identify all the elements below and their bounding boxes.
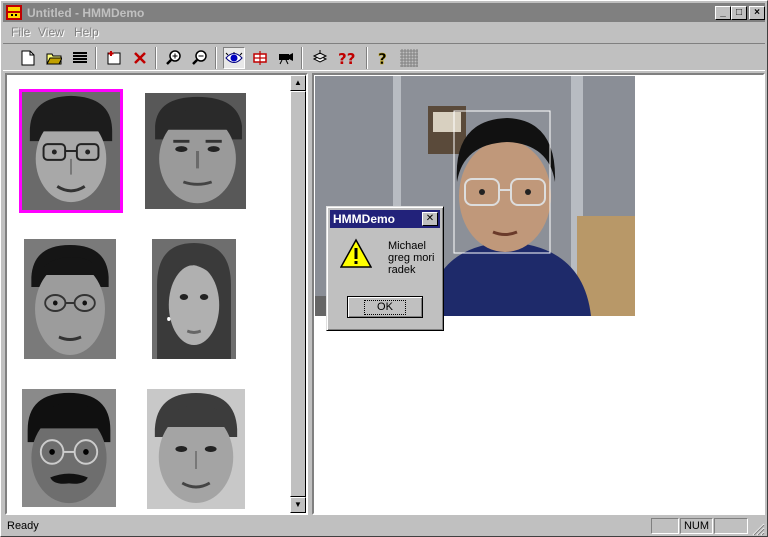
svg-text:??: ?? <box>338 50 355 66</box>
toolbar-separator <box>155 47 157 69</box>
menu-file[interactable]: File <box>11 25 30 39</box>
maximize-button[interactable]: □ <box>731 6 747 20</box>
message-line: radek <box>388 264 416 276</box>
status-panel-caps <box>651 518 679 534</box>
zoom-in-icon[interactable] <box>163 47 185 69</box>
minimize-button[interactable]: _ <box>715 6 731 20</box>
face-thumbnail[interactable] <box>152 239 236 359</box>
status-bar: Ready NUM <box>3 517 765 536</box>
resize-grip-icon[interactable] <box>752 523 765 536</box>
status-text: Ready <box>7 520 39 532</box>
face-thumbnail[interactable] <box>22 92 120 210</box>
menu-bar: File View Help <box>3 23 765 41</box>
status-panel-num: NUM <box>680 518 713 534</box>
eye-icon[interactable] <box>223 47 245 69</box>
scroll-thumb[interactable] <box>290 91 306 497</box>
face-thumbnail[interactable] <box>147 389 245 509</box>
toolbar: ?? ? <box>3 43 765 71</box>
train-icon[interactable] <box>249 47 271 69</box>
dialog-title: HMMDemo <box>333 212 395 226</box>
main-window: Untitled - HMMDemo _ □ × File View Help <box>0 0 768 537</box>
dialog-title-bar: HMMDemo ✕ <box>330 210 440 228</box>
add-face-icon[interactable] <box>103 47 125 69</box>
dialog-close-icon[interactable]: ✕ <box>422 212 438 226</box>
grid-icon[interactable] <box>398 47 420 69</box>
zoom-out-icon[interactable] <box>189 47 211 69</box>
delete-icon[interactable] <box>129 47 151 69</box>
camera-icon[interactable] <box>275 47 297 69</box>
scroll-down-icon[interactable]: ▼ <box>290 497 306 513</box>
close-button[interactable]: × <box>749 6 765 20</box>
status-panel-scroll <box>714 518 748 534</box>
new-file-icon[interactable] <box>17 47 39 69</box>
message-line: Michael <box>388 240 426 252</box>
dialog-message: Michael greg mori radek <box>388 240 434 276</box>
svg-text:?: ? <box>378 50 387 66</box>
message-line: greg mori <box>388 252 435 264</box>
face-thumbnail[interactable] <box>22 389 116 507</box>
face-gallery <box>5 73 308 515</box>
app-icon <box>6 5 22 20</box>
scroll-up-icon[interactable]: ▲ <box>290 75 306 91</box>
toolbar-separator <box>301 47 303 69</box>
ok-label: OK <box>364 299 406 315</box>
toolbar-separator <box>95 47 97 69</box>
recognize-icon[interactable]: ?? <box>336 47 362 69</box>
face-thumbnail[interactable] <box>24 239 116 359</box>
title-bar: Untitled - HMMDemo _ □ × <box>3 3 765 22</box>
gallery-scrollbar[interactable]: ▲ ▼ <box>290 75 306 513</box>
toolbar-separator <box>215 47 217 69</box>
toolbar-separator <box>366 47 368 69</box>
open-folder-icon[interactable] <box>43 47 65 69</box>
menu-help[interactable]: Help <box>74 25 99 39</box>
window-title: Untitled - HMMDemo <box>27 6 145 20</box>
stack-icon[interactable] <box>309 47 331 69</box>
menu-view[interactable]: View <box>38 25 64 39</box>
ok-button[interactable]: OK <box>347 296 423 318</box>
help-icon[interactable]: ? <box>372 47 394 69</box>
list-icon[interactable] <box>69 47 91 69</box>
warning-icon <box>340 238 372 268</box>
message-dialog: HMMDemo ✕ Michael greg mori radek OK <box>326 206 444 331</box>
face-thumbnail[interactable] <box>145 93 246 209</box>
